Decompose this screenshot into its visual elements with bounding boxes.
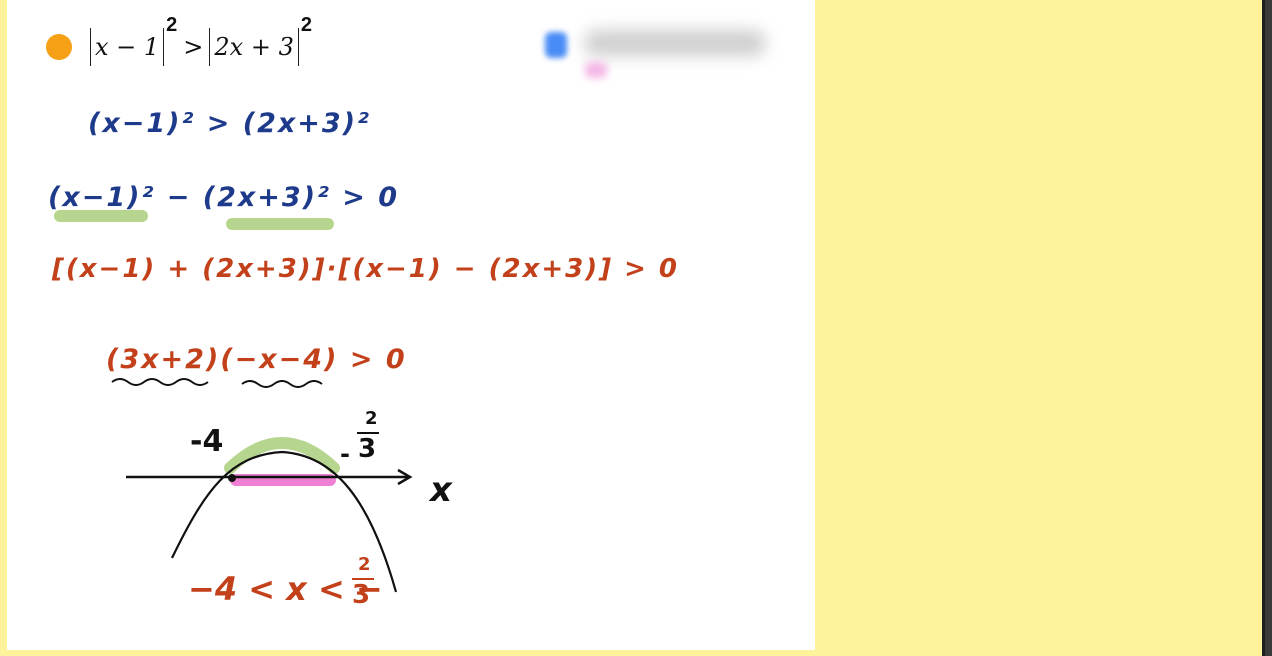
- answer-frac-num: 2: [358, 554, 371, 575]
- root-dot-left: [228, 474, 236, 482]
- parabola-graph: [111, 378, 413, 593]
- axis-label-x: x: [430, 470, 452, 510]
- window-edge-inner: [1265, 0, 1272, 656]
- root-label-right-den: 3: [358, 434, 377, 464]
- root-label-right-num: 2: [365, 408, 378, 429]
- answer-frac-den: 3: [352, 580, 371, 610]
- wavy-underline-factor-1: [111, 378, 209, 386]
- root-label-right-sign: -: [340, 440, 350, 468]
- wavy-underline-factor-2: [241, 380, 323, 388]
- green-arc-highlight: [224, 437, 340, 474]
- root-label-left: -4: [190, 424, 224, 459]
